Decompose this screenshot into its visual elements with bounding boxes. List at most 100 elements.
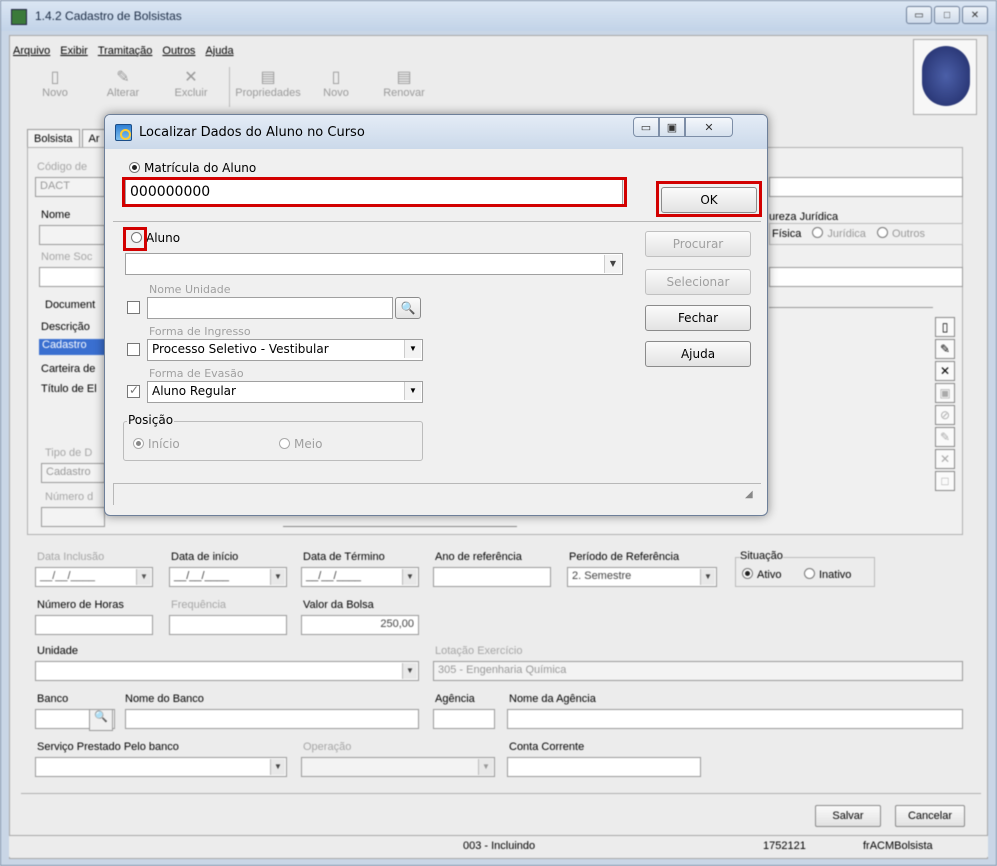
forma-ingresso-checkbox[interactable] bbox=[127, 343, 140, 356]
data-inclusao-field[interactable]: __/__/____ ▼ bbox=[35, 567, 153, 587]
natureza-group: Física Jurídica Outros bbox=[769, 223, 963, 245]
edit-icon: ✎ bbox=[116, 69, 130, 86]
menu-exibir[interactable]: Exibir bbox=[60, 45, 88, 57]
menu-outros[interactable]: Outros bbox=[162, 45, 195, 57]
right-field-2[interactable] bbox=[769, 267, 963, 287]
maximize-icon[interactable]: □ bbox=[934, 6, 960, 24]
forma-evasao-checkbox[interactable] bbox=[127, 383, 140, 398]
radio-icon[interactable] bbox=[133, 438, 144, 449]
doc-list-item[interactable]: Carteira de bbox=[41, 363, 95, 375]
edit-icon[interactable]: ✎ bbox=[935, 427, 955, 447]
ano-referencia-label: Ano de referência bbox=[435, 551, 522, 563]
agencia-field[interactable] bbox=[433, 709, 495, 729]
close-icon[interactable]: ✕ bbox=[685, 117, 733, 137]
nome-social-field[interactable] bbox=[39, 267, 105, 287]
radio-icon[interactable] bbox=[279, 438, 290, 449]
resize-grip-icon[interactable]: ◢ bbox=[745, 489, 753, 500]
data-inicio-field[interactable]: __/__/____ ▼ bbox=[169, 567, 287, 587]
radio-icon[interactable] bbox=[877, 227, 888, 238]
tab-second[interactable]: Ar bbox=[81, 129, 107, 149]
tab-strip: Bolsista Ar bbox=[27, 129, 107, 149]
menu-tramitacao[interactable]: Tramitação bbox=[98, 45, 153, 57]
menu-bar: Arquivo Exibir Tramitação Outros Ajuda bbox=[13, 45, 234, 57]
radio-icon[interactable] bbox=[804, 568, 815, 579]
documento-label: Document bbox=[45, 299, 96, 311]
dialog-status-divider bbox=[113, 483, 114, 505]
radio-icon[interactable] bbox=[812, 227, 824, 238]
data-inicio-label: Data de início bbox=[171, 551, 239, 563]
dialog-status-bar bbox=[113, 483, 761, 505]
toolbar-novo2-button[interactable]: ▯ Novo bbox=[302, 67, 370, 107]
new-doc-icon[interactable]: ▯ bbox=[935, 317, 955, 337]
new-doc-icon: ▯ bbox=[331, 69, 341, 86]
codigo-field[interactable]: DACT bbox=[35, 177, 105, 197]
ano-referencia-field[interactable] bbox=[433, 567, 551, 587]
descricao-label: Descrição bbox=[41, 321, 90, 333]
selecionar-button[interactable]: Selecionar bbox=[645, 269, 751, 295]
nome-unidade-checkbox[interactable] bbox=[127, 301, 140, 314]
numero-horas-field[interactable] bbox=[35, 615, 153, 635]
localizar-aluno-dialog: Localizar Dados do Aluno no Curso ▭ ▣ ✕ … bbox=[104, 114, 768, 516]
separator bbox=[21, 793, 981, 794]
toolbar-alterar-button[interactable]: ✎ Alterar bbox=[89, 67, 157, 107]
frequencia-field[interactable] bbox=[169, 615, 287, 635]
dialog-app-icon bbox=[115, 124, 132, 141]
nome-agencia-field[interactable] bbox=[507, 709, 963, 729]
natureza-fisica-radio[interactable]: Física bbox=[772, 228, 801, 240]
search-icon[interactable]: 🔍 bbox=[395, 297, 421, 319]
nome-banco-field[interactable] bbox=[125, 709, 419, 729]
numero-doc-field[interactable] bbox=[41, 507, 105, 527]
crest-logo bbox=[913, 39, 977, 115]
data-termino-field[interactable]: __/__/____ ▼ bbox=[301, 567, 419, 587]
minimize-icon[interactable]: ▭ bbox=[633, 117, 659, 137]
fechar-button[interactable]: Fechar bbox=[645, 305, 751, 331]
unidade-select[interactable]: ▼ bbox=[35, 661, 419, 681]
posicao-meio-option[interactable]: Meio bbox=[279, 437, 322, 451]
toolbar-novo-button[interactable]: ▯ Novo bbox=[21, 67, 89, 107]
nome-field[interactable] bbox=[39, 225, 105, 245]
minimize-icon[interactable]: ▭ bbox=[906, 6, 932, 24]
banco-label: Banco bbox=[37, 693, 69, 705]
valor-bolsa-field[interactable]: 250,00 bbox=[301, 615, 419, 635]
radio-icon[interactable] bbox=[742, 568, 753, 579]
operacao-select[interactable]: ▼ bbox=[301, 757, 495, 777]
blank-icon[interactable]: □ bbox=[935, 471, 955, 491]
edit-icon[interactable]: ✎ bbox=[935, 339, 955, 359]
save-icon[interactable]: ▣ bbox=[935, 383, 955, 403]
tab-bolsista[interactable]: Bolsista bbox=[27, 129, 80, 149]
radio-icon[interactable] bbox=[129, 162, 140, 173]
toolbar-excluir-button[interactable]: ✕ Excluir bbox=[157, 67, 225, 107]
lotacao-field[interactable]: 305 - Engenharia Química bbox=[433, 661, 963, 681]
delete-icon[interactable]: ✕ bbox=[935, 449, 955, 469]
delete-icon[interactable]: ✕ bbox=[935, 361, 955, 381]
posicao-inicio-option[interactable]: Início bbox=[133, 437, 180, 451]
tipo-doc-field[interactable]: Cadastro bbox=[41, 463, 105, 483]
forma-evasao-select[interactable]: Aluno Regular bbox=[147, 381, 423, 403]
conta-corrente-field[interactable] bbox=[507, 757, 701, 777]
search-icon[interactable]: 🔍 bbox=[89, 709, 113, 731]
maximize-icon[interactable]: ▣ bbox=[659, 117, 685, 137]
toolbar-renovar-button[interactable]: ▤ Renovar bbox=[370, 67, 438, 107]
matricula-option[interactable]: Matrícula do Aluno bbox=[129, 161, 256, 175]
nome-unidade-input[interactable] bbox=[147, 297, 393, 319]
chevron-down-icon: ▼ bbox=[404, 340, 421, 358]
doc-list-item-selected[interactable]: Cadastro bbox=[39, 339, 105, 355]
aluno-select[interactable]: ▼ bbox=[125, 253, 623, 275]
procurar-button[interactable]: Procurar bbox=[645, 231, 751, 257]
close-icon[interactable]: ✕ bbox=[962, 6, 988, 24]
servico-select[interactable]: ▼ bbox=[35, 757, 287, 777]
toolbar-propriedades-button[interactable]: ▤ Propriedades bbox=[234, 67, 302, 107]
forma-ingresso-select[interactable]: Processo Seletivo - Vestibular bbox=[147, 339, 423, 361]
ajuda-button[interactable]: Ajuda bbox=[645, 341, 751, 367]
right-top-field[interactable] bbox=[769, 177, 963, 197]
doc-list-item[interactable]: Título de El bbox=[41, 383, 97, 395]
right-list-area bbox=[769, 307, 933, 535]
cancelar-button[interactable]: Cancelar bbox=[895, 805, 965, 827]
salvar-button[interactable]: Salvar bbox=[815, 805, 881, 827]
menu-arquivo[interactable]: Arquivo bbox=[13, 45, 50, 57]
renew-icon: ▤ bbox=[396, 69, 412, 86]
cancel-icon[interactable]: ⊘ bbox=[935, 405, 955, 425]
menu-ajuda[interactable]: Ajuda bbox=[205, 45, 233, 57]
nome-unidade-label: Nome Unidade bbox=[149, 283, 231, 296]
periodo-referencia-select[interactable]: 2. Semestre ▼ bbox=[567, 567, 717, 587]
